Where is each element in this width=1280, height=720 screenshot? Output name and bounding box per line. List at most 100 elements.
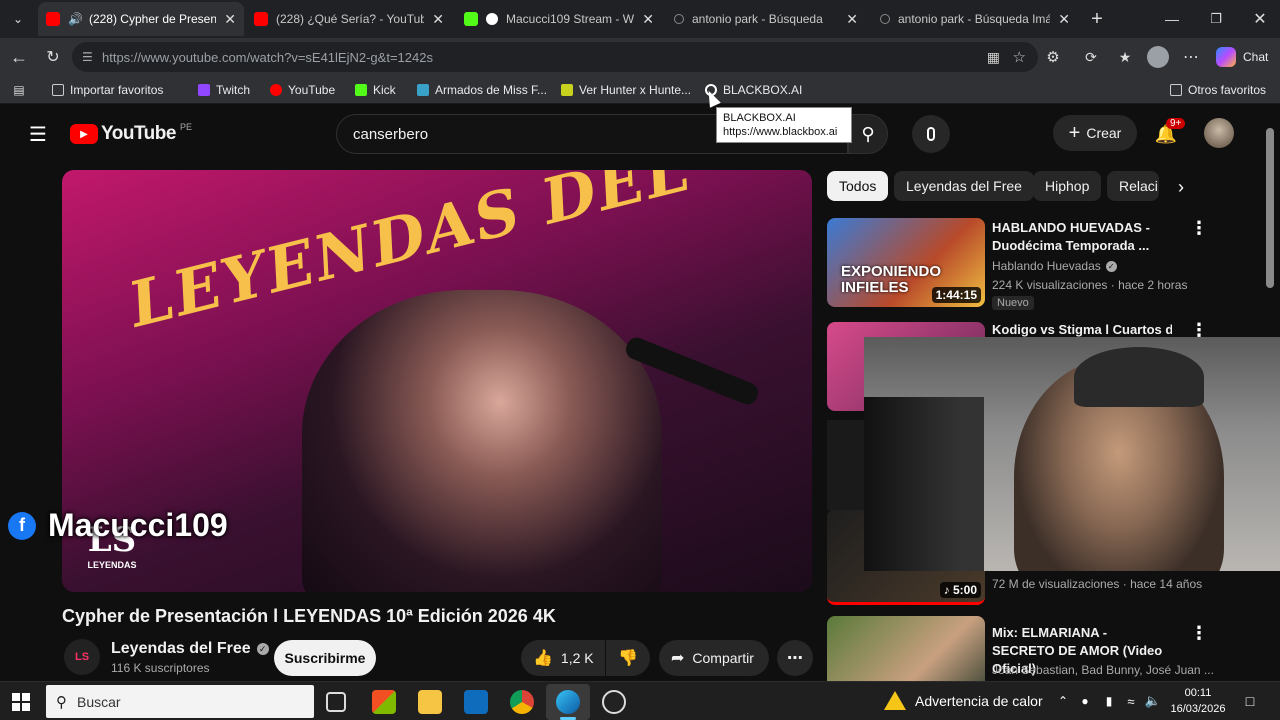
chip-todos[interactable]: Todos xyxy=(827,171,889,201)
letter-l-icon xyxy=(417,84,429,96)
extensions-icon[interactable]: ⚙ xyxy=(1042,46,1064,68)
tooltip-title: BLACKBOX.AI xyxy=(723,112,796,124)
windows-start-icon[interactable] xyxy=(12,693,30,711)
collections-icon[interactable]: ▤ xyxy=(10,82,28,98)
notifications-button[interactable]: 🔔 9+ xyxy=(1152,118,1186,148)
close-tab-icon[interactable]: ✕ xyxy=(846,11,858,28)
chips-next-chevron-icon[interactable]: › xyxy=(1170,176,1192,198)
rec-channel-4[interactable]: Joan Sebastian, Bad Bunny, José Juan ... xyxy=(992,663,1214,677)
restore-icon[interactable]: ❐ xyxy=(1204,8,1228,30)
close-tab-icon[interactable]: ✕ xyxy=(224,11,236,28)
favorites-icon[interactable]: ★ xyxy=(1114,46,1136,68)
edge-icon[interactable] xyxy=(556,690,580,714)
subscriber-count: 116 K suscriptores xyxy=(111,661,210,675)
rec-options-icon[interactable]: ⋮ xyxy=(1190,218,1208,239)
kick-icon xyxy=(355,84,367,96)
bookmark-importar[interactable]: Importar favoritos xyxy=(52,81,163,99)
chrome-icon[interactable] xyxy=(510,690,534,714)
tab-macucci-stream[interactable]: Macucci109 Stream - Watc ✕ xyxy=(456,6,662,32)
channel-avatar[interactable]: LS xyxy=(64,639,100,675)
browser-tab-bar: ⌄ 🔊 (228) Cypher de Presentación ✕ (228)… xyxy=(0,0,1280,38)
youtube-logo[interactable]: ▶ YouTube PE xyxy=(70,122,192,146)
chip-label: Relaci xyxy=(1119,178,1158,194)
notification-center-icon[interactable]: □ xyxy=(1240,691,1260,711)
subscribe-button[interactable]: Suscribirme xyxy=(274,640,376,676)
back-icon[interactable]: ← xyxy=(8,46,30,68)
site-info-icon[interactable]: ☰ xyxy=(82,50,93,64)
close-window-icon[interactable]: ✕ xyxy=(1248,8,1272,30)
rec-meta-1: 224 K visualizaciones · hace 2 horas xyxy=(992,278,1188,292)
bookmark-youtube[interactable]: YouTube xyxy=(270,81,335,99)
tab-antonio-park-images[interactable]: antonio park - Búsqueda Imág ✕ xyxy=(872,6,1078,32)
tab-antonio-park-search[interactable]: antonio park - Búsqueda ✕ xyxy=(666,6,866,32)
apps-icon[interactable]: ▦ xyxy=(987,49,1000,66)
rec-thumbnail-4[interactable] xyxy=(827,616,985,681)
region-code: PE xyxy=(179,122,192,132)
task-view-icon[interactable] xyxy=(326,692,346,712)
kick-favicon-icon xyxy=(464,12,478,26)
dislike-button[interactable]: 👎 xyxy=(606,640,650,676)
microphone-tray-icon[interactable]: ● xyxy=(1078,691,1092,711)
account-avatar[interactable] xyxy=(1204,118,1234,148)
watermark-text: Macucci109 xyxy=(48,507,228,543)
share-button[interactable]: ➦ Compartir xyxy=(659,640,769,676)
tab-title: (228) ¿Qué Sería? - YouTube xyxy=(276,12,425,26)
chip-label: Leyendas del Free xyxy=(906,178,1022,194)
bookmarks-bar: ▤ Importar favoritos Twitch YouTube Kick… xyxy=(0,76,1280,104)
copilot-icon[interactable] xyxy=(1216,47,1236,67)
tab-que-seria[interactable]: (228) ¿Qué Sería? - YouTube ✕ xyxy=(246,6,452,32)
bookmark-hunter[interactable]: Ver Hunter x Hunte... xyxy=(561,81,691,99)
channel-name-row[interactable]: Leyendas del Free ✓ xyxy=(111,640,269,658)
youtube-favicon-icon xyxy=(46,12,60,26)
bookmark-label: YouTube xyxy=(288,83,336,97)
bookmark-kick[interactable]: Kick xyxy=(355,81,396,99)
chip-leyendas[interactable]: Leyendas del Free xyxy=(894,171,1034,201)
like-button[interactable]: 👍 1,2 K xyxy=(521,640,605,676)
rec-title-1[interactable]: HABLANDO HUEVADAS - Duodécima Temporada … xyxy=(992,219,1172,255)
voice-search-button[interactable] xyxy=(912,115,950,153)
browser-essentials-icon[interactable]: ⟳ xyxy=(1080,46,1102,68)
rec-channel-1[interactable]: Hablando Huevadas ✓ xyxy=(992,259,1117,273)
file-explorer-icon[interactable] xyxy=(418,690,442,714)
scrollbar-thumb[interactable] xyxy=(1266,128,1274,288)
clock[interactable]: 00:11 16/03/2026 xyxy=(1170,685,1226,717)
page-scrollbar[interactable] xyxy=(1266,124,1274,664)
rec-options-icon[interactable]: ⋮ xyxy=(1190,623,1208,644)
volume-icon[interactable]: 🔈 xyxy=(1144,691,1162,711)
chip-relacionados[interactable]: Relaci xyxy=(1107,171,1159,201)
bookmark-armados[interactable]: Armados de Miss F... xyxy=(417,81,547,99)
close-tab-icon[interactable]: ✕ xyxy=(1058,11,1070,28)
weather-widget[interactable]: Advertencia de calor xyxy=(884,691,1043,710)
obs-icon[interactable] xyxy=(602,690,626,714)
bookmark-blackbox[interactable]: BLACKBOX.AI xyxy=(705,81,802,99)
other-favorites[interactable]: Otros favoritos xyxy=(1170,81,1266,99)
hamburger-menu-icon[interactable]: ☰ xyxy=(26,122,50,146)
microsoft-store-icon[interactable] xyxy=(372,690,396,714)
more-menu-icon[interactable]: ⋯ xyxy=(1180,46,1202,68)
close-tab-icon[interactable]: ✕ xyxy=(432,11,444,28)
tab-title: antonio park - Búsqueda xyxy=(692,12,823,26)
more-actions-button[interactable]: ⋯ xyxy=(777,640,813,676)
battery-icon[interactable]: ▮ xyxy=(1100,691,1118,711)
chat-label[interactable]: Chat xyxy=(1243,50,1268,64)
rec-thumbnail-1[interactable]: EXPONIENDO INFIELES 1:44:15 xyxy=(827,218,985,307)
profile-avatar-icon[interactable] xyxy=(1147,46,1169,68)
show-hidden-icons-icon[interactable]: ⌃ xyxy=(1054,691,1072,711)
wifi-icon[interactable]: ≈ xyxy=(1122,691,1140,711)
new-tab-icon[interactable]: + xyxy=(1086,8,1108,30)
tab-cypher[interactable]: 🔊 (228) Cypher de Presentación ✕ xyxy=(38,2,244,36)
taskbar-search-input[interactable]: ⚲ Buscar xyxy=(46,685,314,718)
create-button[interactable]: + Crear xyxy=(1053,115,1137,151)
minimize-icon[interactable]: — xyxy=(1160,8,1184,30)
url-field[interactable]: ☰ https://www.youtube.com/watch?v=sE41lE… xyxy=(72,42,1038,72)
more-horizontal-icon: ⋯ xyxy=(787,650,803,667)
bookmark-twitch[interactable]: Twitch xyxy=(198,81,250,99)
tab-list-chevron-icon[interactable]: ⌄ xyxy=(8,9,28,29)
reload-icon[interactable]: ↻ xyxy=(42,46,64,68)
outlook-icon[interactable] xyxy=(464,690,488,714)
search-button[interactable]: ⚲ xyxy=(848,114,888,154)
favorite-star-icon[interactable]: ☆ xyxy=(1013,48,1026,66)
chip-hiphop[interactable]: Hiphop xyxy=(1033,171,1102,201)
stream-watermark: f Macucci109 xyxy=(8,507,228,544)
close-tab-icon[interactable]: ✕ xyxy=(642,11,654,28)
